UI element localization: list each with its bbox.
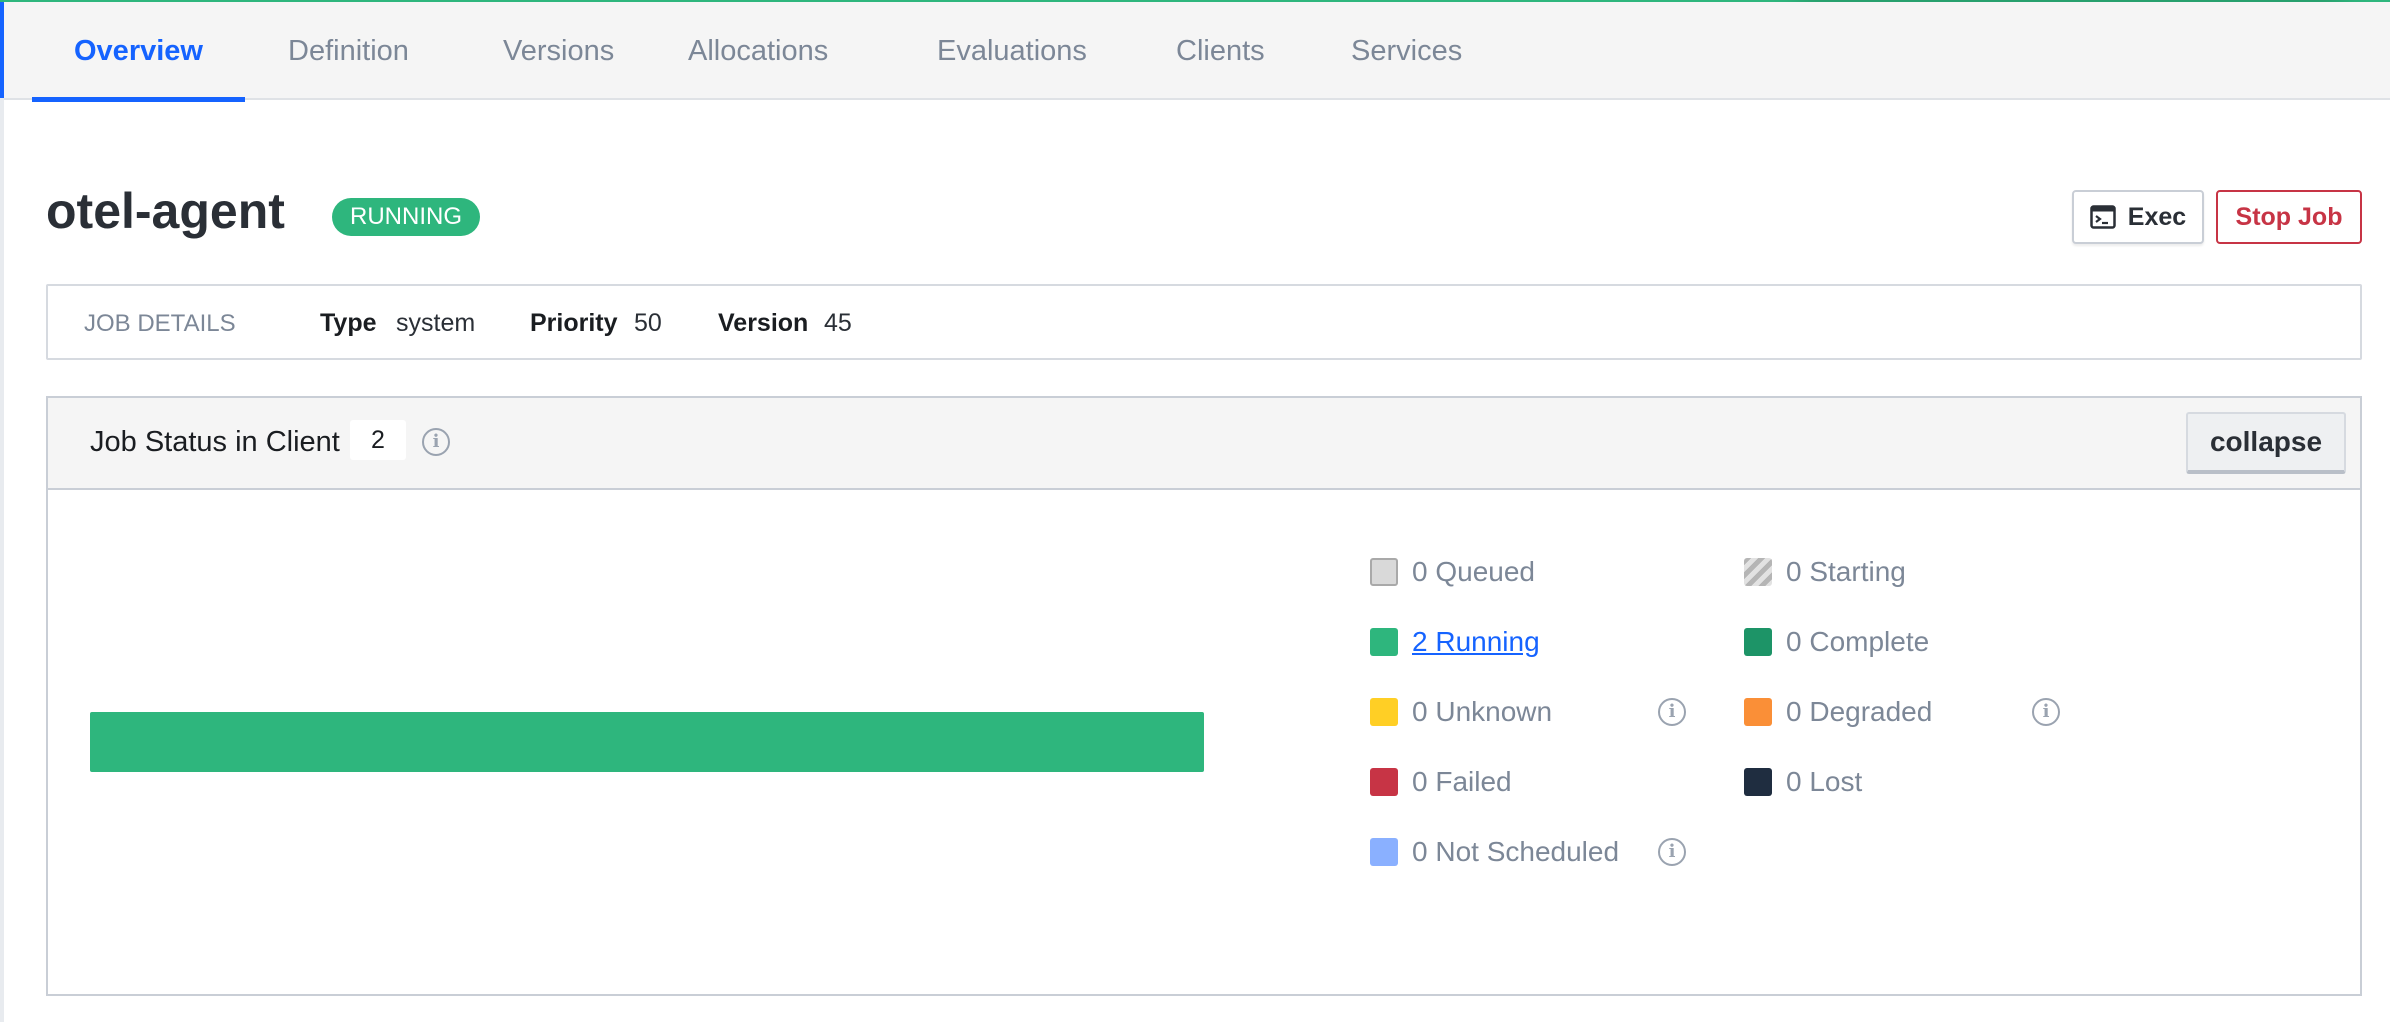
status-badge: RUNNING	[332, 198, 480, 236]
legend-swatch	[1370, 628, 1398, 656]
legend-label: 0 Complete	[1786, 626, 1930, 657]
priority-key: Priority	[530, 309, 618, 337]
terminal-icon	[2090, 205, 2116, 229]
job-status-panel: Job Status in Client 2 i collapse 0 Queu…	[46, 396, 2362, 996]
running-bar-segment[interactable]	[90, 712, 1204, 772]
legend-item[interactable]: 2 Running	[1370, 622, 1540, 662]
job-status-header: Job Status in Client 2 i collapse	[48, 398, 2360, 490]
allocation-status-bar	[90, 712, 1204, 772]
version-key: Version	[718, 309, 809, 337]
tab-clients[interactable]: Clients	[1134, 2, 1307, 100]
legend-swatch	[1744, 558, 1772, 586]
stop-job-label: Stop Job	[2235, 202, 2343, 231]
legend-swatch	[1744, 628, 1772, 656]
legend-item: 0 Lost	[1744, 762, 1862, 802]
legend-swatch	[1370, 838, 1398, 866]
info-icon[interactable]: i	[1658, 698, 1686, 726]
page-title: otel-agent	[46, 183, 285, 239]
legend-label: 0 Starting	[1786, 556, 1906, 587]
legend-item: 0 Queued	[1370, 552, 1535, 592]
legend-swatch	[1370, 558, 1398, 586]
tab-allocations[interactable]: Allocations	[646, 2, 870, 100]
legend-item: 0 Complete	[1744, 622, 1929, 662]
legend-swatch	[1370, 768, 1398, 796]
left-rail	[0, 2, 4, 1022]
legend-item: 0 Not Scheduled	[1370, 832, 1619, 872]
info-icon[interactable]: i	[1658, 838, 1686, 866]
job-details-heading: JOB DETAILS	[84, 310, 236, 337]
legend-label: 0 Not Scheduled	[1412, 836, 1620, 867]
tab-definition[interactable]: Definition	[246, 2, 451, 100]
tab-services[interactable]: Services	[1309, 2, 1504, 100]
legend-item: 0 Degraded	[1744, 692, 1932, 732]
info-icon[interactable]: i	[2032, 698, 2060, 726]
exec-button[interactable]: Exec	[2072, 190, 2204, 244]
job-tabs: Overview Definition Versions Allocations…	[4, 2, 2390, 102]
collapse-button[interactable]: collapse	[2186, 412, 2346, 474]
info-icon[interactable]: i	[422, 428, 450, 456]
stop-job-button[interactable]: Stop Job	[2216, 190, 2362, 244]
legend-label: 0 Unknown	[1412, 696, 1553, 727]
legend-label: 0 Lost	[1786, 766, 1863, 797]
left-rail-active-indicator	[0, 2, 4, 98]
tab-overview[interactable]: Overview	[32, 2, 245, 102]
legend-item: 0 Starting	[1744, 552, 1906, 592]
priority-value: 50	[634, 309, 662, 337]
type-key: Type	[320, 309, 377, 337]
legend-swatch	[1744, 698, 1772, 726]
job-status-title: Job Status in Client	[90, 426, 340, 458]
legend-label: 0 Degraded	[1786, 696, 1933, 727]
client-count: 2	[350, 420, 406, 460]
tab-versions[interactable]: Versions	[461, 2, 656, 100]
legend-link[interactable]: 2 Running	[1412, 626, 1540, 658]
job-details-bar: JOB DETAILS Type system Priority 50 Vers…	[46, 284, 2362, 360]
legend-item: 0 Failed	[1370, 762, 1512, 802]
legend-swatch	[1370, 698, 1398, 726]
exec-label: Exec	[2127, 202, 2187, 231]
legend-swatch	[1744, 768, 1772, 796]
type-value: system	[396, 309, 476, 337]
legend-label: 0 Queued	[1412, 556, 1535, 587]
legend-item: 0 Unknown	[1370, 692, 1552, 732]
version-value: 45	[824, 309, 852, 337]
legend-label: 0 Failed	[1412, 766, 1512, 797]
tab-evaluations[interactable]: Evaluations	[895, 2, 1129, 100]
